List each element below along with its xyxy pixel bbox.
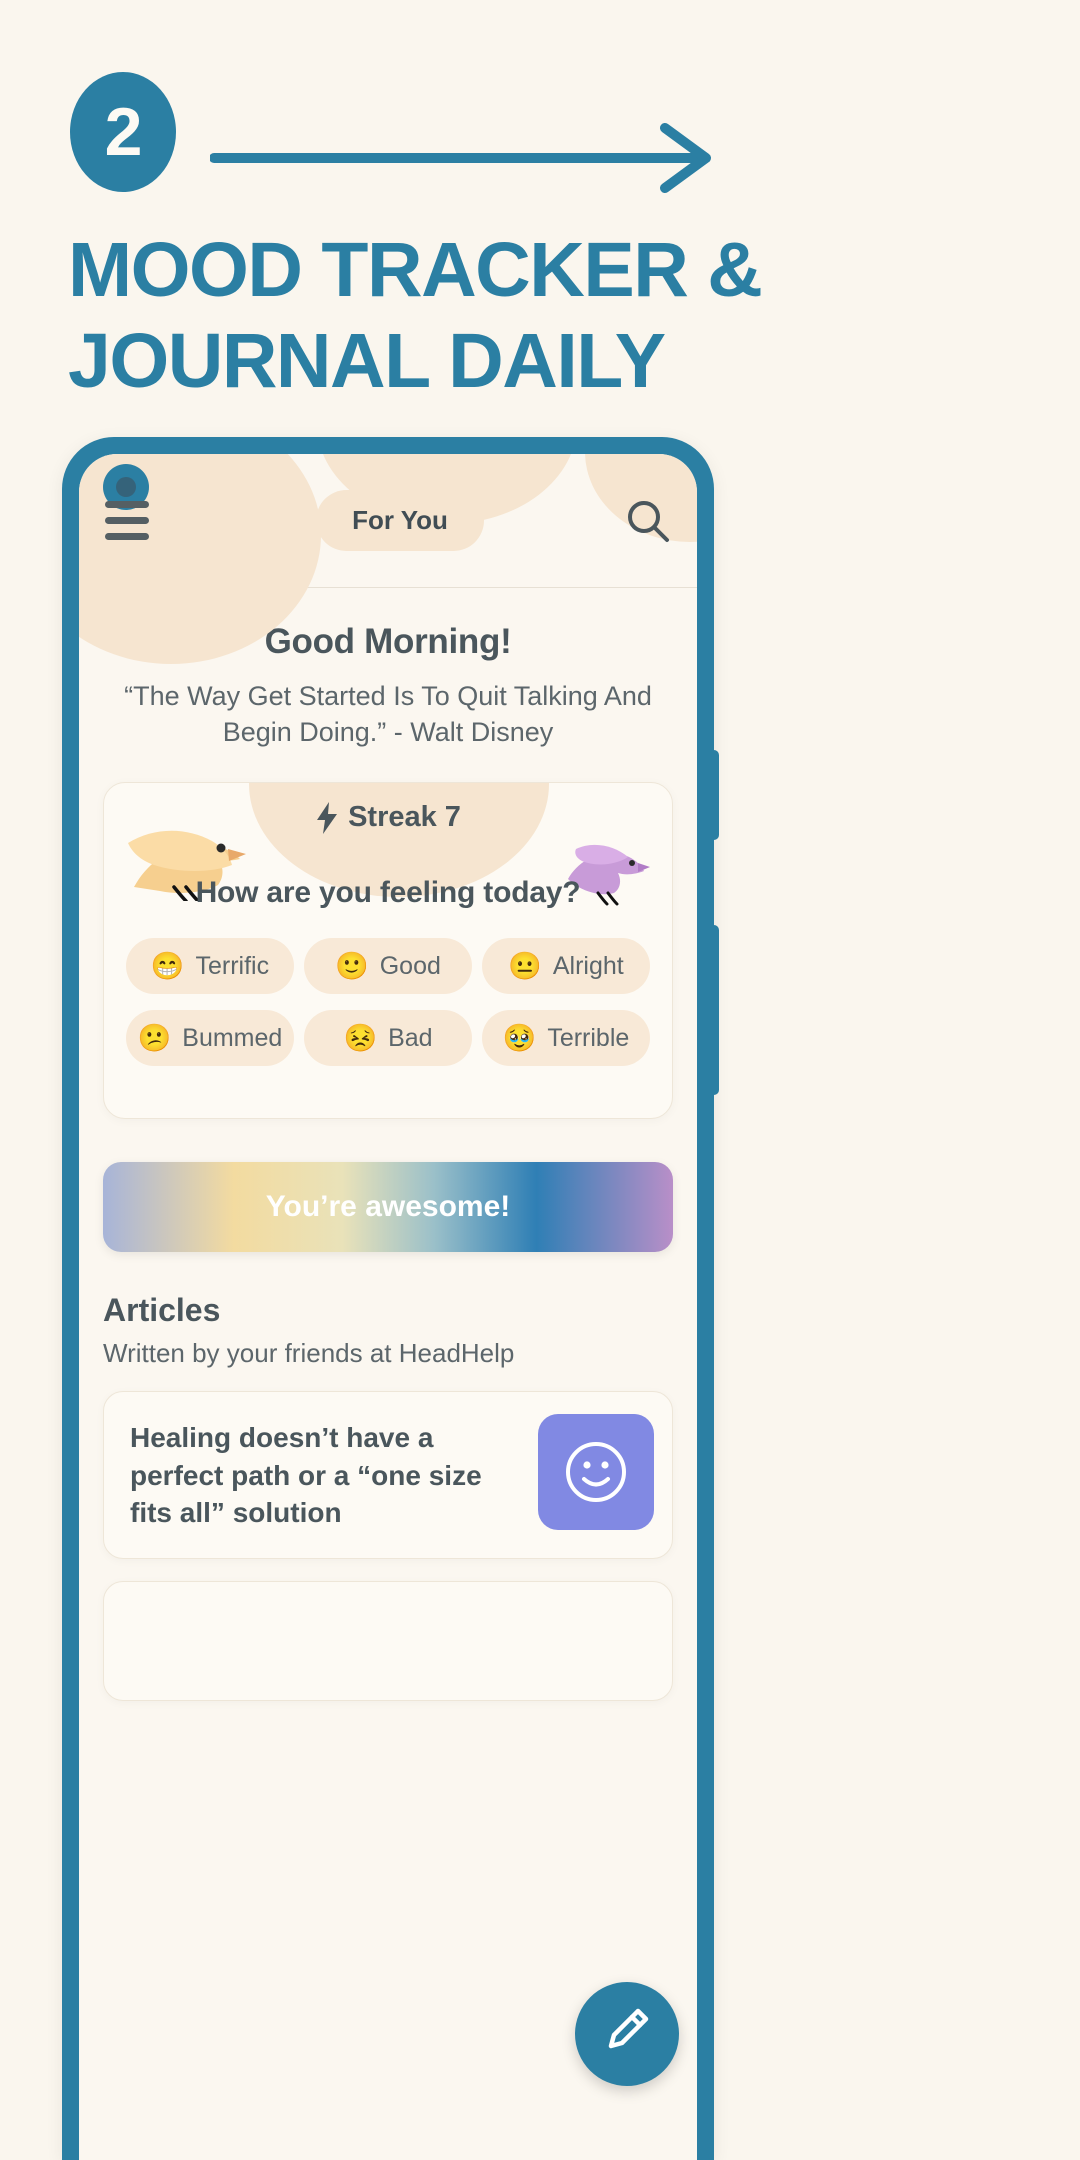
phone-mockup: For You Good Morning! “The Way Get Start… <box>62 437 719 2160</box>
mood-emoji: 🥹 <box>502 1022 537 1053</box>
step-indicator-row: 2 <box>0 72 1080 222</box>
arrow-right-icon <box>209 122 715 194</box>
articles-section: Articles Written by your friends at Head… <box>103 1292 673 1702</box>
mood-option-bummed[interactable]: 😕 Bummed <box>126 1010 294 1067</box>
promo-title: MOOD TRACKER & JOURNAL DAILY <box>68 225 1028 407</box>
article-title: Healing doesn’t have a perfect path or a… <box>130 1422 482 1528</box>
app-bar: For You <box>79 454 697 587</box>
mood-option-alright[interactable]: 😐 Alright <box>482 938 650 995</box>
mood-option-bad[interactable]: 😣 Bad <box>304 1010 472 1067</box>
phone-volume-button <box>710 750 719 840</box>
mood-option-good[interactable]: 🙂 Good <box>304 938 472 995</box>
mood-label: Terrible <box>547 1023 630 1052</box>
lightning-bolt-icon <box>315 801 339 834</box>
mood-label: Bummed <box>182 1023 283 1052</box>
smiley-face-icon <box>538 1414 654 1531</box>
articles-heading: Articles <box>103 1292 221 1329</box>
mood-option-terrible[interactable]: 🥹 Terrible <box>482 1010 650 1067</box>
mood-emoji: 😕 <box>137 1022 172 1053</box>
mood-tracker-card: Streak 7 How are you feeling today? 😁 Te… <box>103 782 673 1120</box>
phone-screen: For You Good Morning! “The Way Get Start… <box>79 454 697 2160</box>
mood-label: Terrific <box>195 951 270 980</box>
streak-indicator: Streak 7 <box>104 801 672 834</box>
streak-label: Streak 7 <box>348 801 461 834</box>
step-number-badge: 2 <box>70 72 176 192</box>
mood-label: Bad <box>388 1023 433 1052</box>
mood-question: How are you feeling today? <box>195 876 581 910</box>
encouragement-banner[interactable]: You’re awesome! <box>103 1162 673 1253</box>
promo-header: 2 MOOD TRACKER & JOURNAL DAILY <box>0 0 1080 404</box>
phone-power-button <box>710 925 719 1095</box>
mood-label: Good <box>379 951 441 980</box>
mood-emoji: 🙂 <box>335 950 369 981</box>
pencil-edit-icon <box>599 2004 655 2065</box>
tab-for-you[interactable]: For You <box>316 490 484 551</box>
mood-option-terrific[interactable]: 😁 Terrific <box>126 938 294 995</box>
mood-options-grid: 😁 Terrific 🙂 Good 😐 Alright 😕 Bummed 😣 B… <box>126 938 650 1067</box>
articles-subheading: Written by your friends at HeadHelp <box>103 1338 515 1369</box>
article-card[interactable]: Healing doesn’t have a perfect path or a… <box>103 1391 673 1560</box>
promo-title-line-1: MOOD TRACKER & <box>68 227 763 313</box>
mood-emoji: 😁 <box>150 950 185 981</box>
greeting-quote: “The Way Get Started Is To Quit Talking … <box>124 681 652 748</box>
hamburger-menu-icon[interactable] <box>105 501 149 540</box>
promo-page: 2 MOOD TRACKER & JOURNAL DAILY For You G… <box>0 0 1080 2160</box>
mood-emoji: 😐 <box>508 950 542 981</box>
search-icon[interactable] <box>625 498 671 544</box>
journal-compose-fab[interactable] <box>575 1982 679 2086</box>
promo-title-line-2: JOURNAL DAILY <box>68 317 666 404</box>
mood-label: Alright <box>552 951 624 980</box>
article-card[interactable] <box>103 1581 673 1702</box>
mood-emoji: 😣 <box>343 1022 378 1053</box>
